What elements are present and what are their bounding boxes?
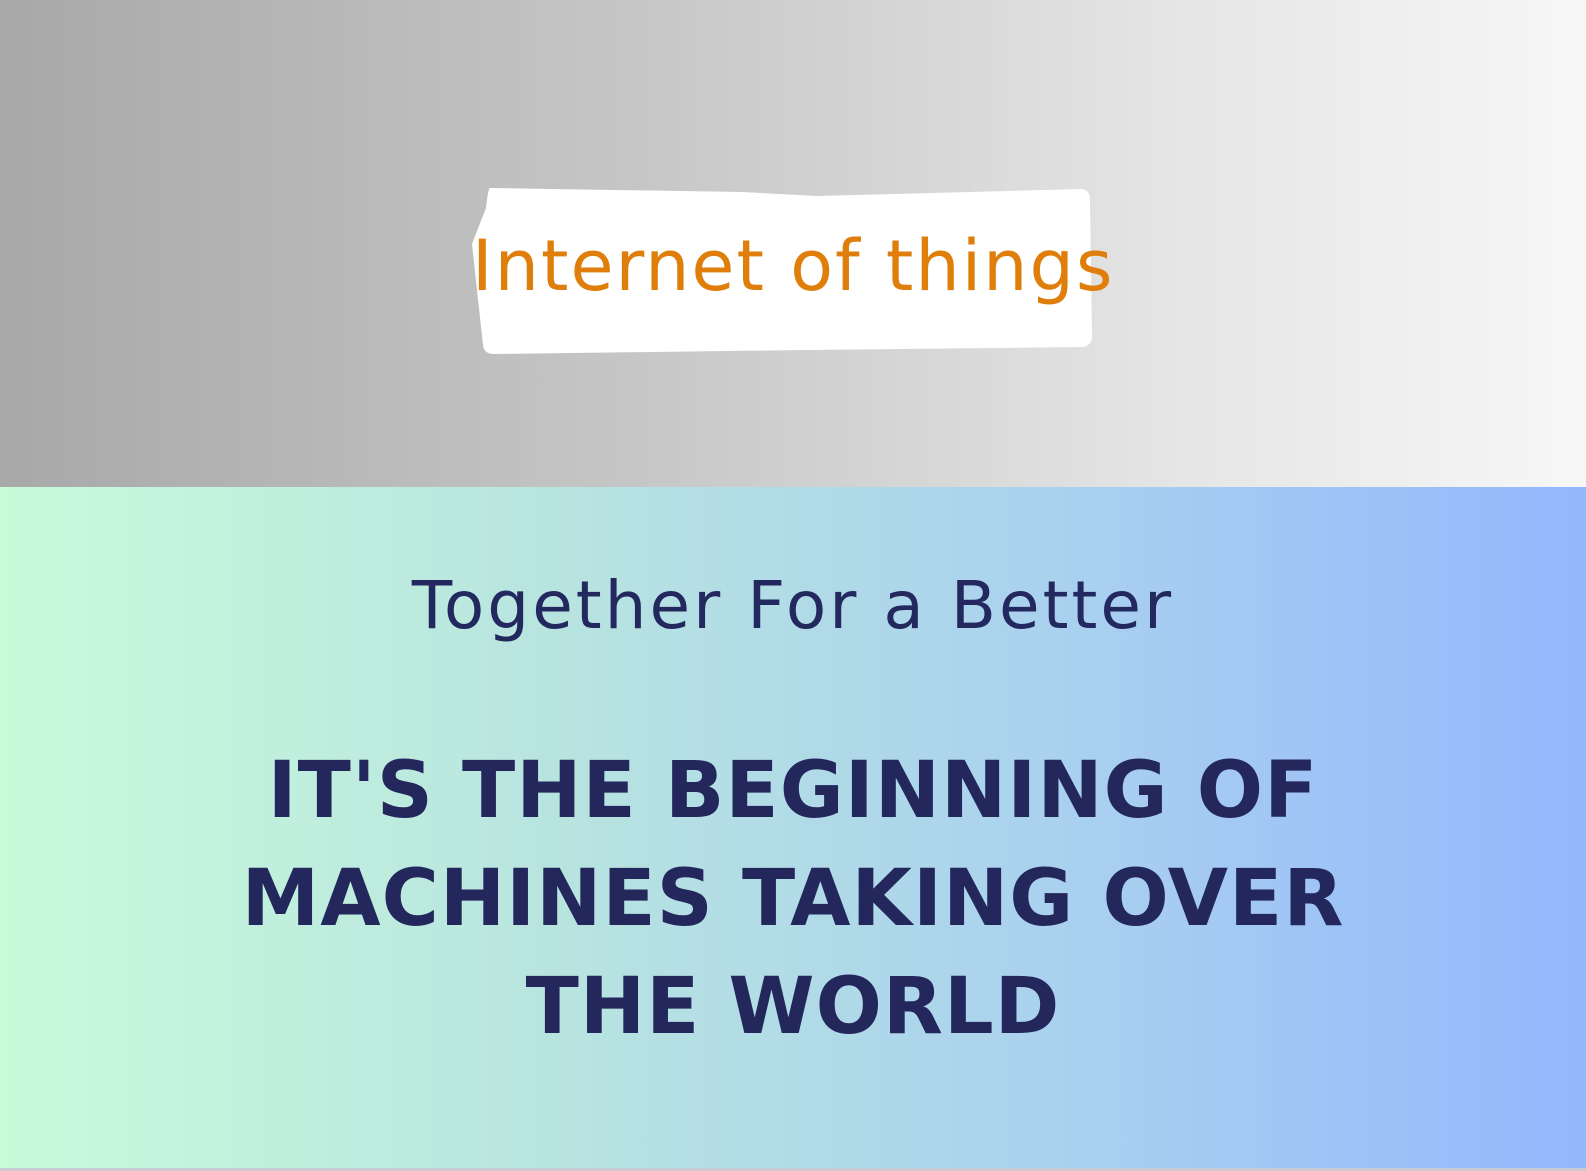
slide: Internet of things Together For a Better… [0,0,1586,1171]
title-text: Internet of things [472,225,1115,307]
subtitle: Together For a Better [411,567,1175,644]
headline: IT'S THE BEGINNING OF MACHINES TAKING OV… [241,746,1345,1052]
title-card: Internet of things [472,186,1115,361]
